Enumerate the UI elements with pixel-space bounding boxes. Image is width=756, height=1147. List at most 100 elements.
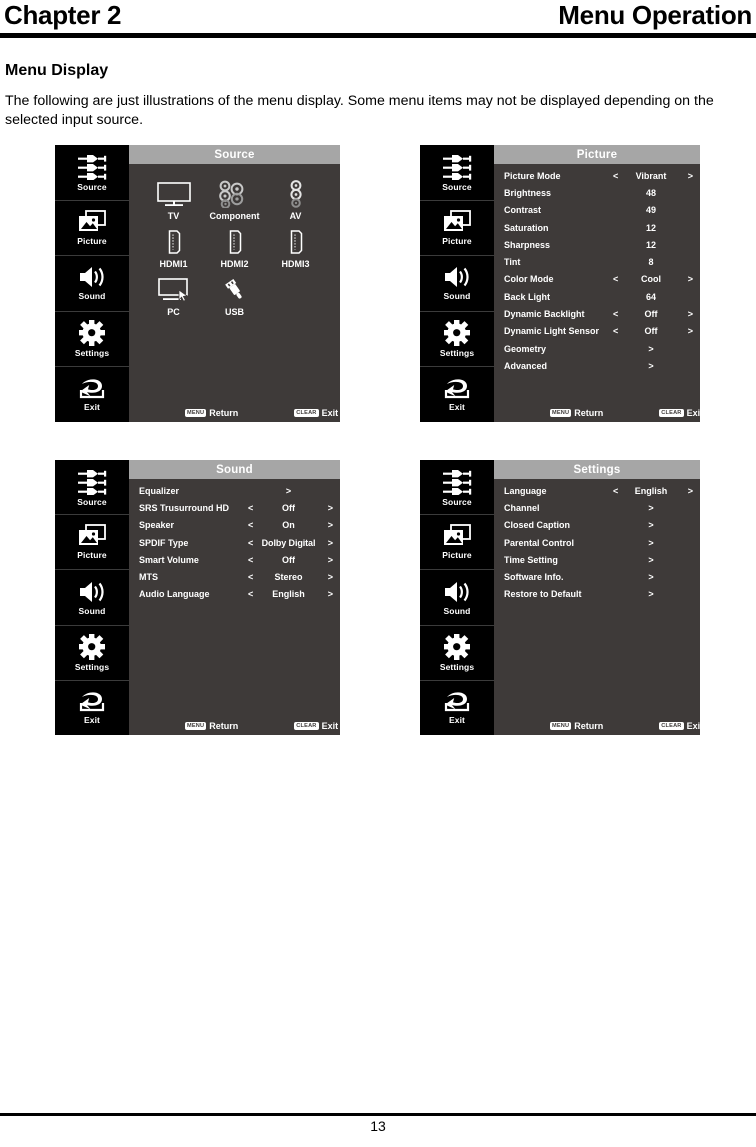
arrow-left-icon[interactable]: < [613, 274, 618, 284]
source-item-usb[interactable]: USB [204, 271, 265, 317]
return-arrow-icon [443, 378, 471, 400]
sound-row[interactable]: Equalizer > [129, 482, 340, 499]
picture-row-value: Vibrant [635, 170, 667, 181]
footer-divider [0, 1113, 756, 1116]
arrow-right-icon[interactable]: > [688, 171, 693, 181]
arrow-left-icon[interactable]: < [613, 326, 618, 336]
picture-row[interactable]: Color Mode < Cool > [494, 271, 700, 288]
sound-row[interactable]: SPDIF Type < Dolby Digital > [129, 534, 340, 551]
sidebar-item-picture[interactable]: Picture [55, 201, 129, 257]
picture-row[interactable]: Advanced > [494, 357, 700, 374]
source-item-hdmi2[interactable]: HDMI2 [204, 223, 265, 269]
osd-title-bar: Sound [129, 460, 340, 479]
settings-row-control: > [609, 555, 693, 565]
arrow-right-icon[interactable]: > [328, 538, 333, 548]
arrow-left-icon[interactable]: < [613, 486, 618, 496]
sidebar-item-exit[interactable]: Exit [55, 367, 129, 422]
sidebar-item-picture[interactable]: Picture [420, 515, 494, 571]
source-item-tv[interactable]: TV [143, 175, 204, 221]
sound-row[interactable]: SRS Trusurround HD < Off > [129, 499, 340, 516]
source-item-component[interactable]: Component [204, 175, 265, 221]
settings-row[interactable]: Parental Control > [494, 534, 700, 551]
picture-row-control: 12 [609, 240, 693, 250]
arrow-right-icon[interactable]: > [328, 520, 333, 530]
arrow-right-icon[interactable]: > [688, 309, 693, 319]
sidebar-item-label: Settings [439, 348, 475, 359]
hdmi-port-icon [167, 227, 181, 257]
picture-row[interactable]: Sharpness 12 [494, 236, 700, 253]
arrow-left-icon[interactable]: < [248, 572, 253, 582]
picture-row[interactable]: Dynamic Light Sensor < Off > [494, 323, 700, 340]
settings-row[interactable]: Closed Caption > [494, 517, 700, 534]
osd-title-bar: Settings [494, 460, 700, 479]
menu-return-button[interactable]: MENU Return [185, 721, 238, 731]
settings-row[interactable]: Software Info. > [494, 568, 700, 585]
osd-body: TV Component AV HDMI1 HDMI2 HDMI3 PC USB [129, 164, 340, 317]
arrow-left-icon[interactable]: < [248, 520, 253, 530]
sidebar-item-sound[interactable]: Sound [55, 256, 129, 312]
picture-row-label: Sharpness [504, 239, 551, 250]
sidebar-item-source[interactable]: Source [55, 460, 129, 516]
menu-return-button[interactable]: MENU Return [185, 408, 238, 418]
arrow-left-icon[interactable]: < [613, 171, 618, 181]
sidebar-item-exit[interactable]: Exit [55, 681, 129, 735]
arrow-left-icon[interactable]: < [248, 503, 253, 513]
sidebar-item-exit[interactable]: Exit [420, 681, 494, 735]
picture-row[interactable]: Tint 8 [494, 253, 700, 270]
picture-row-label: Saturation [504, 222, 549, 233]
settings-row[interactable]: Language < English > [494, 482, 700, 499]
clear-exit-button[interactable]: CLEARExit [294, 721, 338, 731]
arrow-right-icon[interactable]: > [328, 589, 333, 599]
sidebar-item-source[interactable]: Source [420, 460, 494, 516]
arrow-left-icon[interactable]: < [248, 589, 253, 599]
sidebar-item-source[interactable]: Source [420, 145, 494, 201]
picture-row[interactable]: Dynamic Backlight < Off > [494, 305, 700, 322]
gear-icon [78, 632, 106, 661]
arrow-right-icon[interactable]: > [328, 572, 333, 582]
sidebar-item-sound[interactable]: Sound [420, 570, 494, 626]
sidebar-item-settings[interactable]: Settings [55, 626, 129, 681]
picture-row[interactable]: Contrast 49 [494, 202, 700, 219]
source-item-hdmi1[interactable]: HDMI1 [143, 223, 204, 269]
sidebar-item-picture[interactable]: Picture [55, 515, 129, 571]
picture-row[interactable]: Brightness 48 [494, 184, 700, 201]
clear-exit-button[interactable]: CLEARExit [294, 408, 338, 418]
sidebar-item-settings[interactable]: Settings [420, 312, 494, 368]
arrow-right-icon[interactable]: > [688, 326, 693, 336]
arrow-right-icon[interactable]: > [688, 274, 693, 284]
arrow-left-icon[interactable]: < [248, 538, 253, 548]
sound-row[interactable]: Audio Language < English > [129, 586, 340, 603]
sound-row[interactable]: Smart Volume < Off > [129, 551, 340, 568]
source-item-label: HDMI1 [159, 259, 188, 269]
menu-return-button[interactable]: MENU Return [550, 721, 603, 731]
settings-row[interactable]: Channel > [494, 499, 700, 516]
arrow-right-icon[interactable]: > [688, 486, 693, 496]
source-item-pc[interactable]: PC [143, 271, 204, 317]
sidebar-item-sound[interactable]: Sound [420, 256, 494, 312]
clear-exit-button[interactable]: CLEARExit [659, 721, 700, 731]
sidebar-item-settings[interactable]: Settings [420, 626, 494, 681]
picture-row-value: 64 [645, 291, 656, 302]
sidebar-item-exit[interactable]: Exit [420, 367, 494, 422]
clear-exit-button[interactable]: CLEARExit [659, 408, 700, 418]
sound-row-value: English [272, 589, 305, 600]
sound-row[interactable]: Speaker < On > [129, 517, 340, 534]
sidebar-item-picture[interactable]: Picture [420, 201, 494, 257]
source-item-av[interactable]: AV [265, 175, 326, 221]
sidebar-item-source[interactable]: Source [55, 145, 129, 201]
arrow-left-icon[interactable]: < [248, 555, 253, 565]
source-item-hdmi3[interactable]: HDMI3 [265, 223, 326, 269]
sound-row[interactable]: MTS < Stereo > [129, 568, 340, 585]
picture-row[interactable]: Geometry > [494, 340, 700, 357]
arrow-right-icon[interactable]: > [328, 555, 333, 565]
arrow-left-icon[interactable]: < [613, 309, 618, 319]
picture-row[interactable]: Picture Mode < Vibrant > [494, 167, 700, 184]
sidebar-item-settings[interactable]: Settings [55, 312, 129, 368]
picture-row[interactable]: Back Light 64 [494, 288, 700, 305]
settings-row[interactable]: Restore to Default > [494, 586, 700, 603]
sidebar-item-sound[interactable]: Sound [55, 570, 129, 626]
settings-row[interactable]: Time Setting > [494, 551, 700, 568]
arrow-right-icon[interactable]: > [328, 503, 333, 513]
picture-row[interactable]: Saturation 12 [494, 219, 700, 236]
menu-return-button[interactable]: MENU Return [550, 408, 603, 418]
